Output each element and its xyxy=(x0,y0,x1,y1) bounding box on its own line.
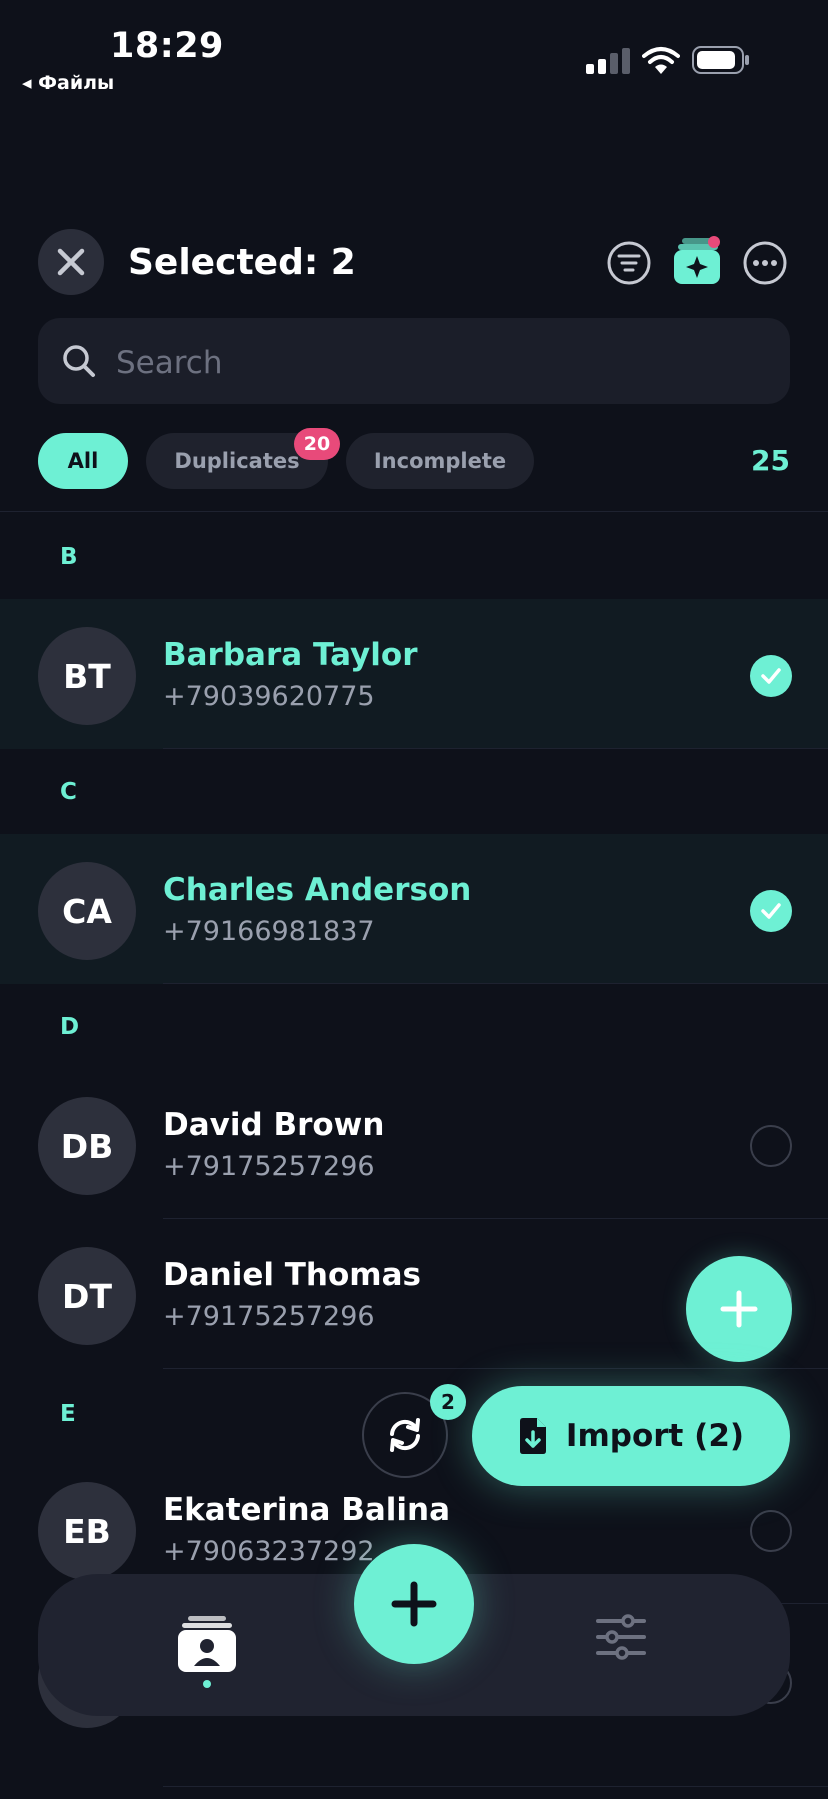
section-header-d: D xyxy=(60,1014,80,1040)
add-contact-fab[interactable] xyxy=(686,1256,792,1362)
battery-icon xyxy=(692,46,749,74)
close-icon xyxy=(57,248,85,276)
page-title: Selected: 2 xyxy=(128,242,356,283)
status-time: 18:29 xyxy=(110,26,224,66)
contact-phone: +79063237292 xyxy=(163,1536,375,1567)
sync-icon xyxy=(390,1418,420,1452)
filter-chip-incomplete[interactable]: Incomplete xyxy=(346,433,534,489)
checkmark-icon xyxy=(761,903,781,919)
divider xyxy=(163,983,828,984)
contact-name: Daniel Thomas xyxy=(163,1257,421,1293)
duplicates-count-badge: 20 xyxy=(294,428,340,460)
contact-row[interactable]: CA Charles Anderson +79166981837 xyxy=(0,834,828,984)
section-header-e: E xyxy=(60,1401,76,1427)
plus-icon xyxy=(720,1290,758,1328)
file-import-icon xyxy=(519,1418,546,1454)
contact-phone: +79039620775 xyxy=(163,681,375,712)
import-button[interactable]: Import (2) xyxy=(472,1386,790,1486)
avatar: DT xyxy=(38,1247,136,1345)
search-icon xyxy=(63,345,95,377)
wifi-icon xyxy=(642,47,680,74)
section-header-b: B xyxy=(60,544,78,570)
cellular-signal-icon xyxy=(586,48,630,74)
selection-checkbox[interactable] xyxy=(750,1510,792,1552)
divider xyxy=(163,1368,828,1369)
filter-icon[interactable] xyxy=(606,240,652,286)
contact-name: Barbara Taylor xyxy=(163,637,418,673)
plus-icon xyxy=(391,1581,437,1627)
import-button-label: Import (2) xyxy=(565,1418,745,1454)
search-input[interactable] xyxy=(114,336,758,390)
close-selection-button[interactable] xyxy=(38,229,104,295)
section-header-c: C xyxy=(60,779,77,805)
contact-phone: +79175257296 xyxy=(163,1151,375,1182)
checkmark-icon xyxy=(761,668,781,684)
contact-row[interactable]: DB David Brown +79175257296 xyxy=(0,1069,828,1219)
sync-count-badge: 2 xyxy=(430,1384,466,1420)
selection-checkbox[interactable] xyxy=(750,890,792,932)
contact-name: Ekaterina Balina xyxy=(163,1492,451,1528)
back-to-app-link[interactable]: ◂ Файлы xyxy=(22,72,114,94)
avatar: BT xyxy=(38,627,136,725)
contacts-tab-icon[interactable] xyxy=(176,1614,238,1674)
contact-phone: +79166981837 xyxy=(163,916,375,947)
filter-chip-all[interactable]: All xyxy=(38,433,128,489)
active-tab-indicator xyxy=(203,1680,211,1688)
contact-phone: +79175257296 xyxy=(163,1301,375,1332)
contact-name: David Brown xyxy=(163,1107,385,1143)
divider xyxy=(0,511,828,512)
avatar: DB xyxy=(38,1097,136,1195)
magic-cleanup-icon[interactable] xyxy=(674,236,722,286)
divider xyxy=(163,748,828,749)
divider xyxy=(163,1786,828,1787)
settings-sliders-icon[interactable] xyxy=(596,1614,646,1660)
add-button[interactable] xyxy=(354,1544,474,1664)
contact-name: Charles Anderson xyxy=(163,872,472,908)
selection-checkbox[interactable] xyxy=(750,655,792,697)
avatar: CA xyxy=(38,862,136,960)
selection-checkbox[interactable] xyxy=(750,1125,792,1167)
contact-row[interactable]: BT Barbara Taylor +79039620775 xyxy=(0,599,828,749)
total-contacts-count: 25 xyxy=(751,444,790,477)
avatar: EB xyxy=(38,1482,136,1580)
more-options-icon[interactable] xyxy=(742,240,788,286)
